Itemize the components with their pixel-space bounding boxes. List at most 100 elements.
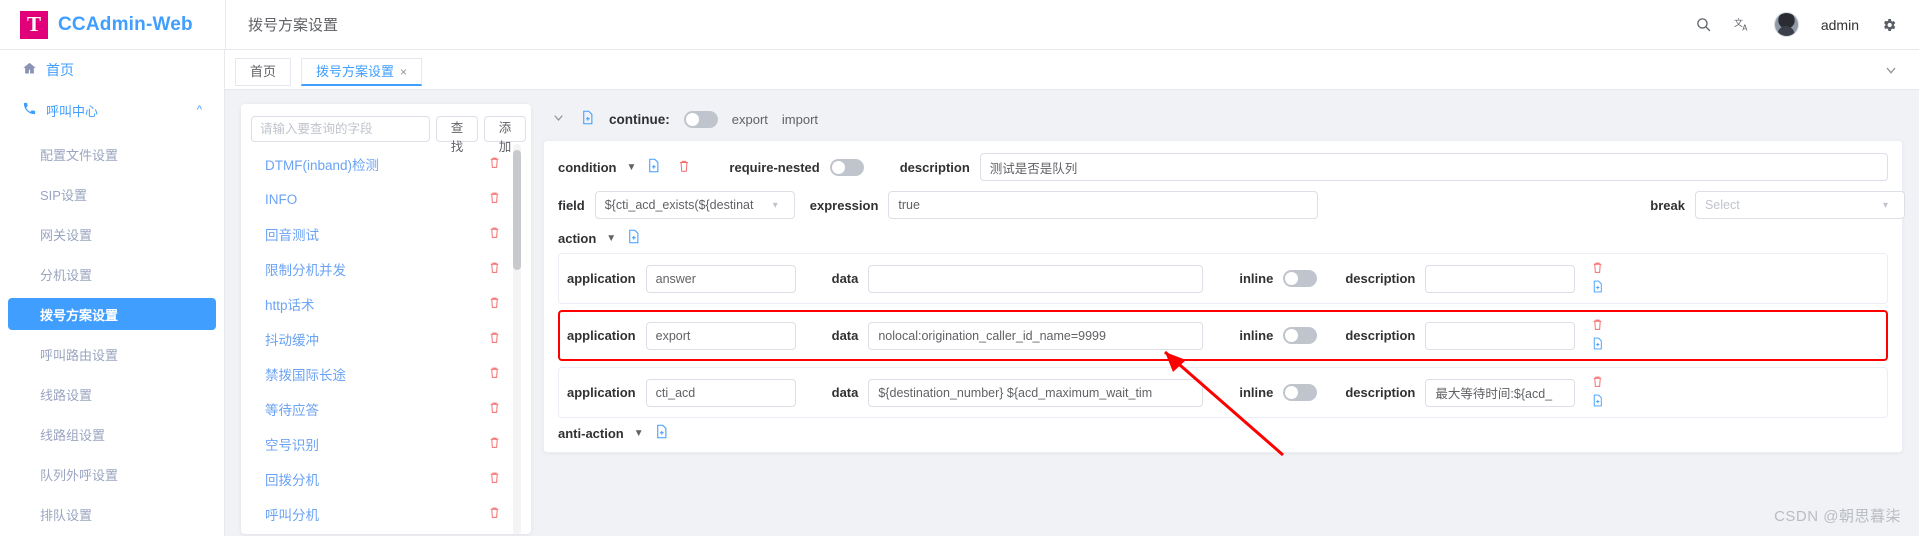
- search-input[interactable]: [251, 116, 430, 142]
- sidebar-item-8[interactable]: 队列外呼设置: [0, 458, 224, 490]
- translate-icon[interactable]: 文 A: [1734, 16, 1752, 34]
- caret-down-icon[interactable]: ▼: [627, 162, 637, 173]
- list-scrollbar-thumb[interactable]: [513, 150, 521, 270]
- trash-icon[interactable]: [488, 506, 501, 522]
- trash-icon[interactable]: [488, 261, 501, 277]
- gear-icon[interactable]: [1881, 17, 1897, 33]
- file-add-icon[interactable]: [1591, 280, 1604, 296]
- list-item[interactable]: DTMF(inband)检测: [251, 149, 509, 179]
- list-item[interactable]: INFO: [251, 184, 509, 214]
- action-description-input[interactable]: [1425, 264, 1576, 293]
- anti-action-add-icon[interactable]: [654, 424, 669, 442]
- trash-icon[interactable]: [488, 226, 501, 242]
- tab-1[interactable]: 拨号方案设置 ×: [301, 58, 423, 86]
- application-input[interactable]: [645, 321, 796, 350]
- trash-icon[interactable]: [1591, 261, 1604, 277]
- list-item[interactable]: 限制分机并发: [251, 254, 509, 284]
- list-item[interactable]: 抖动缓冲: [251, 324, 509, 354]
- trash-icon[interactable]: [488, 296, 501, 312]
- sidebar-item-label: 拨号方案设置: [40, 307, 119, 323]
- file-add-icon[interactable]: [580, 110, 595, 128]
- sidebar-item-label: 线路设置: [40, 387, 93, 403]
- field-select-input[interactable]: [594, 191, 795, 219]
- list-item[interactable]: 呼叫分机: [251, 499, 509, 529]
- avatar[interactable]: [1773, 12, 1799, 37]
- sidebar-item-2[interactable]: 网关设置: [0, 218, 224, 250]
- list-item[interactable]: 等待应答: [251, 394, 509, 424]
- import-link[interactable]: import: [782, 112, 818, 127]
- username[interactable]: admin: [1821, 17, 1859, 33]
- trash-icon[interactable]: [488, 366, 501, 382]
- list-scrollbar-track[interactable]: [513, 144, 521, 534]
- trash-icon[interactable]: [488, 436, 501, 452]
- sidebar-home-label: 首页: [46, 62, 74, 78]
- tab-bar: 首页 拨号方案设置 ×: [225, 50, 1919, 90]
- add-button[interactable]: 添加: [484, 116, 526, 154]
- search-icon[interactable]: [1695, 16, 1712, 33]
- tabs-collapse-icon[interactable]: [1883, 62, 1899, 81]
- trash-icon[interactable]: [488, 471, 501, 487]
- list-item[interactable]: http话术: [251, 289, 509, 319]
- inline-toggle[interactable]: [1283, 270, 1318, 287]
- caret-down-icon[interactable]: ▼: [606, 233, 616, 244]
- continue-label: continue:: [609, 111, 670, 127]
- sidebar-item-4[interactable]: 拨号方案设置: [8, 298, 216, 330]
- break-select-input[interactable]: [1694, 191, 1905, 219]
- chevron-down-icon[interactable]: [551, 110, 566, 128]
- list-item[interactable]: 回音测试: [251, 219, 509, 249]
- data-label: data: [831, 385, 859, 400]
- data-input[interactable]: [868, 378, 1204, 407]
- tab-label: 首页: [250, 64, 277, 79]
- action-description-input[interactable]: [1425, 378, 1576, 407]
- trash-icon[interactable]: [488, 331, 501, 347]
- close-icon[interactable]: ×: [400, 65, 407, 79]
- file-add-icon[interactable]: [1591, 394, 1604, 410]
- trash-icon[interactable]: [488, 156, 501, 172]
- inline-label: inline: [1239, 385, 1274, 400]
- list-item[interactable]: 空号识别: [251, 429, 509, 459]
- list-item[interactable]: 回拨分机: [251, 464, 509, 494]
- condition-description-input[interactable]: [979, 153, 1888, 181]
- chevron-up-icon[interactable]: ^: [197, 104, 202, 116]
- sidebar-item-label: 配置文件设置: [40, 147, 119, 163]
- field-select[interactable]: ▾: [594, 191, 795, 219]
- continue-toggle[interactable]: [683, 110, 718, 128]
- sidebar-item-7[interactable]: 线路组设置: [0, 418, 224, 450]
- action-row: application data inline description: [558, 253, 1888, 304]
- condition-add-icon[interactable]: [646, 158, 661, 176]
- list-item-label: 回音测试: [265, 228, 319, 243]
- tab-0[interactable]: 首页: [235, 58, 292, 86]
- trash-icon[interactable]: [1591, 375, 1604, 391]
- action-description-input[interactable]: [1425, 321, 1576, 350]
- sidebar-item-3[interactable]: 分机设置: [0, 258, 224, 290]
- sidebar-item-1[interactable]: SIP设置: [0, 178, 224, 210]
- application-input[interactable]: [645, 264, 796, 293]
- sidebar-item-label: SIP设置: [40, 187, 87, 203]
- sidebar-item-5[interactable]: 呼叫路由设置: [0, 338, 224, 370]
- expression-input[interactable]: [888, 191, 1319, 219]
- find-button[interactable]: 查找: [436, 116, 478, 154]
- data-input[interactable]: [868, 321, 1204, 350]
- export-link[interactable]: export: [732, 112, 768, 127]
- file-add-icon[interactable]: [1591, 337, 1604, 353]
- content-area: 查找 添加 DTMF(inband)检测 INFO 回音测试限制分机并发 http话术…: [225, 90, 1919, 536]
- trash-icon[interactable]: [488, 401, 501, 417]
- sidebar-group-call-center[interactable]: 呼叫中心 ^: [0, 90, 224, 130]
- data-input[interactable]: [868, 264, 1204, 293]
- trash-icon[interactable]: [488, 191, 501, 207]
- require-nested-toggle[interactable]: [829, 158, 864, 176]
- list-item[interactable]: 禁拨国际长途: [251, 359, 509, 389]
- action-add-icon[interactable]: [626, 229, 641, 247]
- condition-delete-icon[interactable]: [677, 159, 691, 176]
- brand[interactable]: T CCAdmin-Web: [0, 10, 225, 39]
- sidebar-item-9[interactable]: 排队设置: [0, 498, 224, 530]
- inline-toggle[interactable]: [1283, 384, 1318, 401]
- application-input[interactable]: [645, 378, 796, 407]
- sidebar-item-6[interactable]: 线路设置: [0, 378, 224, 410]
- inline-toggle[interactable]: [1283, 327, 1318, 344]
- sidebar-item-0[interactable]: 配置文件设置: [0, 138, 224, 170]
- sidebar-item-home[interactable]: 首页: [0, 50, 224, 90]
- trash-icon[interactable]: [1591, 318, 1604, 334]
- caret-down-icon[interactable]: ▼: [634, 428, 644, 439]
- break-select[interactable]: ▾: [1694, 191, 1905, 219]
